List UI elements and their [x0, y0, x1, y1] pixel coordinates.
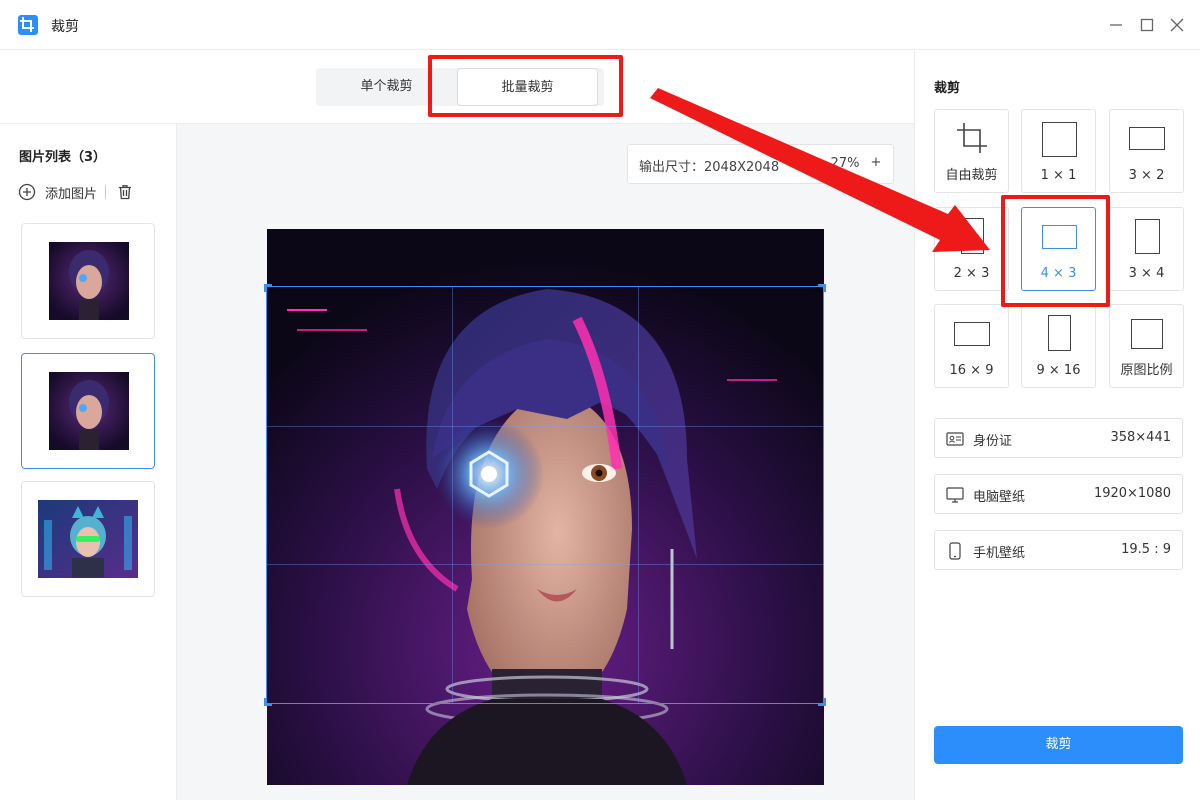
phone-icon	[949, 542, 961, 560]
add-circle-icon[interactable]	[18, 183, 36, 201]
preset-phone-wallpaper[interactable]: 手机壁纸 19.5 : 9	[934, 530, 1183, 570]
ratio-9x16[interactable]: 9 × 16	[1021, 304, 1096, 388]
ratio-original-shape	[1131, 319, 1163, 349]
crop-panel-title: 裁剪	[934, 81, 961, 96]
ratio-free-crop[interactable]: 自由裁剪	[934, 109, 1009, 193]
ratio-3x4-shape	[1135, 219, 1160, 254]
preset-value: 19.5 : 9	[1121, 542, 1171, 557]
id-card-icon	[946, 432, 964, 446]
image-list-panel: 图片列表（3） 添加图片	[0, 124, 177, 800]
ratio-2x3-shape	[961, 218, 984, 254]
image-thumbnail[interactable]	[21, 223, 155, 339]
ratio-16x9[interactable]: 16 × 9	[934, 304, 1009, 388]
zoom-in-button[interactable]: +	[869, 155, 883, 170]
crop-settings-panel: 裁剪 自由裁剪 1 × 1 3 × 2 2 × 3 4 × 3 3 × 4 16…	[914, 50, 1200, 800]
image-thumbnail[interactable]	[21, 353, 155, 469]
crop-grid-line	[452, 287, 454, 703]
ratio-label: 原图比例	[1120, 363, 1173, 378]
zoom-level: 27%	[830, 156, 860, 171]
output-size-text: 输出尺寸：2048X2048	[639, 156, 779, 175]
ratio-16x9-shape	[954, 322, 990, 346]
output-size-label: 输出尺寸：	[639, 160, 705, 175]
ratio-label: 2 × 3	[953, 266, 990, 281]
crop-grid-line	[267, 425, 823, 427]
ratio-label: 3 × 4	[1128, 266, 1165, 281]
ratio-3x4[interactable]: 3 × 4	[1109, 207, 1184, 291]
crop-icon	[18, 15, 38, 35]
ratio-label: 自由裁剪	[945, 168, 998, 183]
ratio-1x1[interactable]: 1 × 1	[1021, 109, 1096, 193]
preset-name: 手机壁纸	[973, 546, 1026, 561]
crop-handle-bottom-left[interactable]	[264, 698, 272, 706]
preset-name: 身份证	[973, 434, 1013, 449]
crop-action-button[interactable]: 裁剪	[934, 726, 1183, 764]
add-image-button[interactable]: 添加图片	[45, 183, 97, 202]
toolbar-divider	[105, 185, 107, 199]
crop-handle-top-left[interactable]	[264, 284, 272, 292]
image-thumbnail[interactable]	[21, 481, 155, 597]
image-list-toolbar: 添加图片	[18, 182, 134, 202]
crop-canvas[interactable]: 输出尺寸：2048X2048 - 27% +	[177, 124, 914, 800]
maximize-icon[interactable]	[1137, 15, 1157, 35]
ratio-original[interactable]: 原图比例	[1109, 304, 1184, 388]
portrait-thumbnail-image	[49, 372, 129, 450]
ratio-label: 3 × 2	[1128, 168, 1165, 183]
ratio-3x2[interactable]: 3 × 2	[1109, 109, 1184, 193]
portrait-thumbnail-image	[49, 242, 129, 320]
zoom-out-button[interactable]: -	[810, 155, 824, 170]
preset-id-card[interactable]: 身份证 358×441	[934, 418, 1183, 458]
minimize-icon[interactable]	[1106, 15, 1126, 35]
annotation-highlight-batch-tab	[428, 55, 623, 117]
crop-selection-box[interactable]	[264, 284, 826, 706]
output-size-value: 2048X2048	[704, 160, 780, 175]
preset-value: 1920×1080	[1093, 486, 1171, 501]
crop-handle-bottom-right[interactable]	[818, 698, 826, 706]
crop-handle-top-right[interactable]	[818, 284, 826, 292]
ratio-2x3[interactable]: 2 × 3	[934, 207, 1009, 291]
close-icon[interactable]	[1167, 15, 1187, 35]
ratio-label: 16 × 9	[949, 363, 994, 378]
cat-girl-thumbnail-image	[38, 500, 138, 578]
ratio-1x1-shape	[1042, 122, 1077, 157]
preset-name: 电脑壁纸	[973, 490, 1026, 505]
ratio-label: 1 × 1	[1040, 168, 1077, 183]
crop-icon	[957, 123, 987, 153]
ratio-9x16-shape	[1048, 315, 1071, 351]
monitor-icon	[946, 487, 964, 503]
trash-icon[interactable]	[116, 183, 134, 201]
title-bar: 裁剪	[0, 0, 1200, 50]
annotation-highlight-ratio	[1001, 195, 1110, 307]
ratio-3x2-shape	[1129, 127, 1165, 150]
output-size-bar: 输出尺寸：2048X2048 - 27% +	[627, 144, 894, 184]
crop-grid-line	[637, 287, 639, 703]
ratio-label: 9 × 16	[1036, 363, 1081, 378]
image-list-title: 图片列表（3）	[19, 150, 107, 165]
window-title: 裁剪	[51, 19, 79, 35]
preset-desktop-wallpaper[interactable]: 电脑壁纸 1920×1080	[934, 474, 1183, 514]
preset-value: 358×441	[1110, 430, 1171, 445]
crop-grid-line	[267, 564, 823, 566]
